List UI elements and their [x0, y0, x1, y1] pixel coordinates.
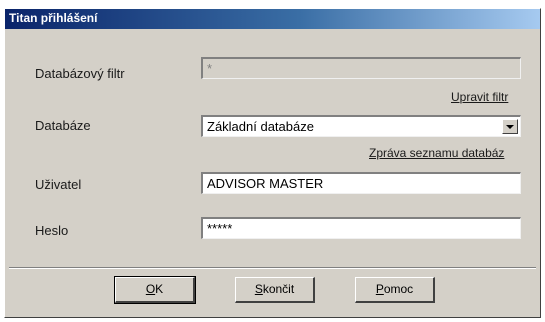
chevron-down-icon: [506, 125, 514, 129]
user-input[interactable]: [201, 172, 521, 194]
ok-button-rest: K: [155, 282, 164, 296]
database-list-link[interactable]: Zpráva seznamu databáz: [369, 146, 504, 160]
database-label: Databáze: [35, 118, 91, 133]
help-button-rest: omoc: [383, 282, 414, 296]
database-dropdown-button[interactable]: [502, 119, 518, 134]
help-button-accel: P: [375, 282, 384, 296]
password-input[interactable]: [201, 217, 521, 239]
ok-button[interactable]: OK: [114, 276, 196, 304]
separator: [9, 267, 536, 269]
database-select[interactable]: Základní databáze: [201, 115, 521, 137]
database-filter-label: Databázový filtr: [35, 66, 125, 81]
database-filter-field: *: [201, 57, 521, 79]
help-button[interactable]: Pomoc: [355, 277, 435, 303]
ok-button-accel: O: [145, 282, 156, 296]
password-label: Heslo: [35, 223, 69, 238]
quit-button-rest: končit: [262, 282, 295, 296]
quit-button[interactable]: Skončit: [235, 277, 315, 303]
login-dialog: Titan přihlášení Databázový filtr * Upra…: [4, 8, 541, 318]
window-title: Titan přihlášení: [9, 11, 98, 25]
edit-filter-link[interactable]: Upravit filtr: [451, 90, 508, 104]
user-label: Uživatel: [35, 177, 82, 192]
database-select-value: Základní databáze: [207, 119, 314, 134]
quit-button-accel: S: [254, 282, 263, 296]
title-bar[interactable]: Titan přihlášení: [5, 9, 540, 29]
